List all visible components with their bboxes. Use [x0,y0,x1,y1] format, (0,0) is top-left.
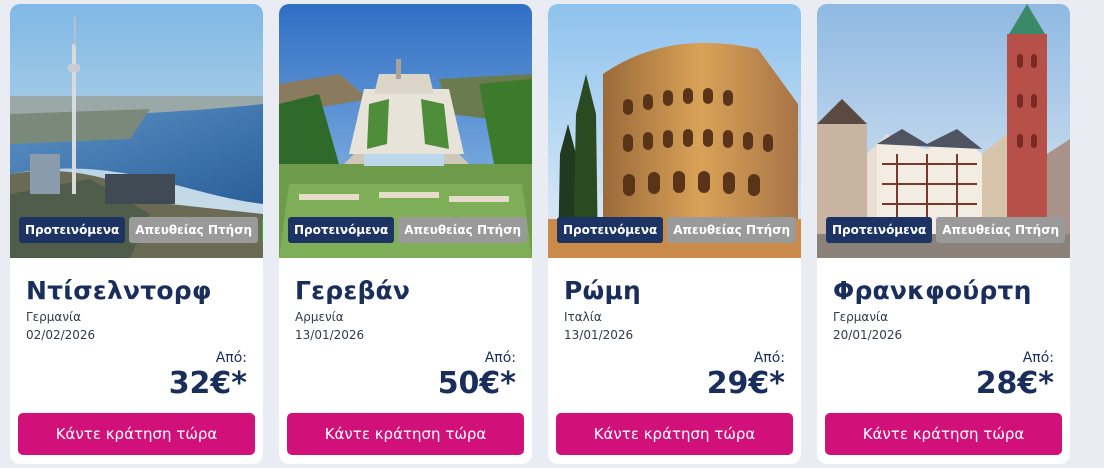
destination-card-yerevan[interactable]: Προτεινόμενα Απευθείας Πτήση Γερεβάν Αρμ… [279,4,532,464]
book-now-button[interactable]: Κάντε κράτηση τώρα [18,413,255,455]
flight-date: 20/01/2026 [833,328,903,342]
destination-card-rome[interactable]: Προτεινόμενα Απευθείας Πτήση Ρώμη Ιταλία… [548,4,801,464]
price-from-label: Από: [1022,350,1054,366]
tag-direct-flight: Απευθείας Πτήση [667,217,797,243]
book-now-button[interactable]: Κάντε κράτηση τώρα [556,413,793,455]
tag-list: Προτεινόμενα Απευθείας Πτήση [288,217,528,243]
destination-country: Γερμανία [26,310,82,324]
destination-title[interactable]: Ρώμη [564,276,641,305]
destination-country: Αρμενία [295,310,344,324]
flight-date: 02/02/2026 [26,328,96,342]
tag-recommended: Προτεινόμενα [826,217,933,243]
price-value: 32€* [168,366,247,401]
tag-list: Προτεινόμενα Απευθείας Πτήση Νέ [19,217,263,243]
destination-title[interactable]: Γερεβάν [295,276,410,305]
flight-date: 13/01/2026 [564,328,634,342]
destination-card-dusseldorf[interactable]: Προτεινόμενα Απευθείας Πτήση Νέ Ντίσελντ… [10,4,263,464]
destination-country: Γερμανία [833,310,889,324]
price-value: 29€* [706,366,785,401]
destination-carousel: Προτεινόμενα Απευθείας Πτήση Νέ Ντίσελντ… [0,0,1104,468]
tag-list: Προτεινόμενα Απευθείας Πτήση [557,217,797,243]
book-now-button[interactable]: Κάντε κράτηση τώρα [825,413,1062,455]
destination-title[interactable]: Φρανκφούρτη [833,276,1032,305]
tag-direct-flight: Απευθείας Πτήση [129,217,259,243]
destination-title[interactable]: Ντίσελντορφ [26,276,212,305]
destination-card-frankfurt[interactable]: Προτεινόμενα Απευθείας Πτήση Φρανκφούρτη… [817,4,1070,464]
price-from-label: Από: [484,350,516,366]
book-now-button[interactable]: Κάντε κράτηση τώρα [287,413,524,455]
tag-list: Προτεινόμενα Απευθείας Πτήση [826,217,1066,243]
flight-date: 13/01/2026 [295,328,365,342]
tag-direct-flight: Απευθείας Πτήση [936,217,1066,243]
tag-new: Νέ [262,217,263,243]
tag-recommended: Προτεινόμενα [557,217,664,243]
price-value: 28€* [975,366,1054,401]
tag-recommended: Προτεινόμενα [288,217,395,243]
price-from-label: Από: [753,350,785,366]
tag-direct-flight: Απευθείας Πτήση [398,217,528,243]
destination-country: Ιταλία [564,310,602,324]
price-from-label: Από: [215,350,247,366]
tag-recommended: Προτεινόμενα [19,217,126,243]
price-value: 50€* [437,366,516,401]
